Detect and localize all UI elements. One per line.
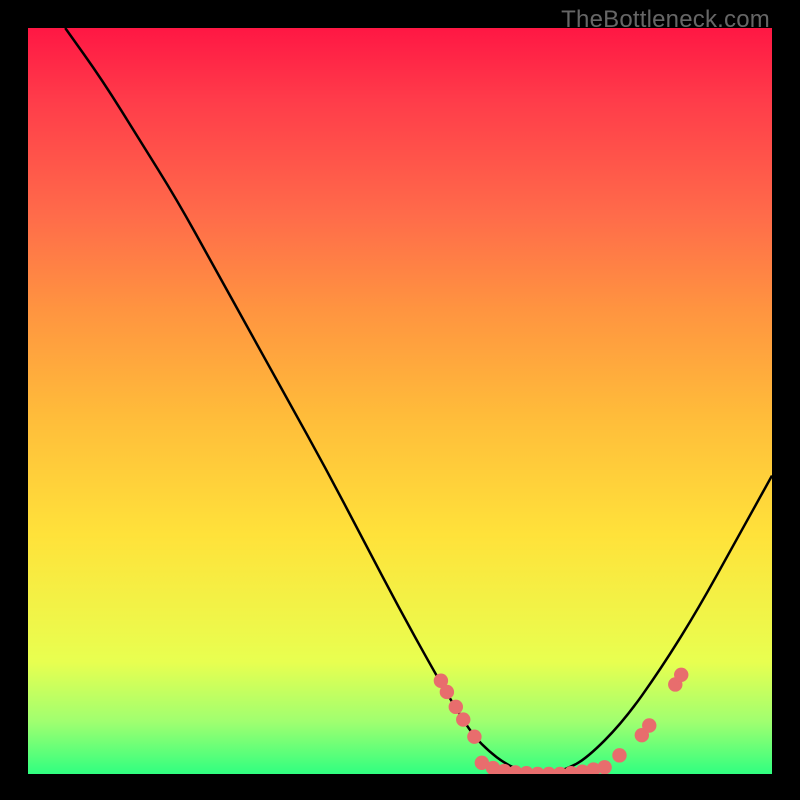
data-marker xyxy=(449,700,463,714)
curve-line xyxy=(65,28,772,774)
data-marker xyxy=(612,748,626,762)
data-marker xyxy=(440,685,454,699)
curve-path-group xyxy=(65,28,772,774)
watermark-text: TheBottleneck.com xyxy=(561,6,770,34)
data-marker xyxy=(597,760,611,774)
data-marker xyxy=(674,668,688,682)
data-marker xyxy=(467,730,481,744)
data-marker xyxy=(456,712,470,726)
data-marker xyxy=(642,718,656,732)
chart-container: TheBottleneck.com xyxy=(0,0,800,800)
chart-svg xyxy=(28,28,772,774)
